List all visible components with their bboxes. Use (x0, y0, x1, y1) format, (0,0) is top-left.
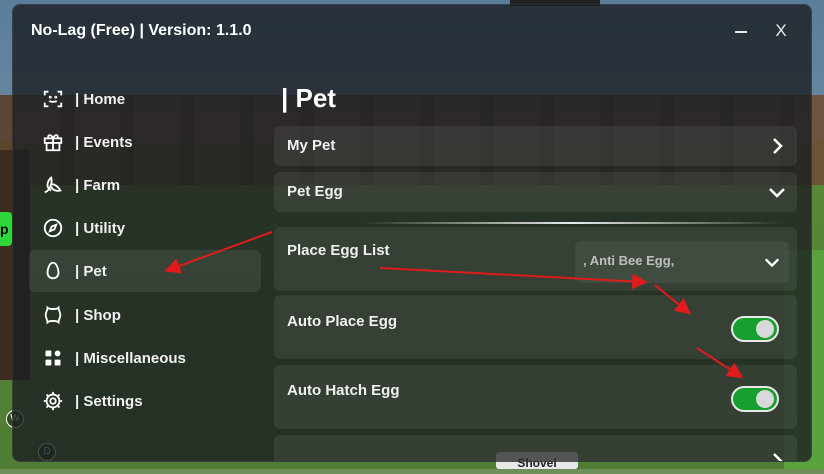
toggle-knob (756, 320, 774, 338)
section-label: My Pet (287, 137, 336, 154)
scan-face-icon (41, 87, 65, 111)
sidebar-item-label: | Shop (75, 306, 121, 324)
sidebar-item-label: | Utility (75, 219, 126, 237)
chevron-down-icon (764, 258, 780, 268)
auto-place-egg-label: Auto Place Egg (287, 313, 398, 330)
title-bar[interactable]: No-Lag (Free) | Version: 1.1.0 X (13, 5, 811, 61)
sidebar-item-home[interactable]: | Home (29, 78, 261, 120)
sidebar-item-events[interactable]: | Events (29, 121, 261, 163)
section-label: Pet Egg (287, 183, 343, 200)
egg-icon (41, 259, 65, 283)
sidebar-item-label: | Home (75, 90, 126, 108)
sprout-icon (41, 173, 65, 197)
no-lag-window: No-Lag (Free) | Version: 1.1.0 X | Home … (12, 4, 812, 462)
sidebar-item-shop[interactable]: | Shop (29, 294, 261, 336)
place-egg-list-dropdown[interactable]: , Anti Bee Egg, (575, 241, 789, 283)
grid-icon (41, 346, 65, 370)
auto-hatch-egg-label: Auto Hatch Egg (287, 382, 400, 399)
minimize-icon (735, 31, 747, 33)
chevron-right-icon (773, 453, 783, 461)
auto-hatch-egg-row: Auto Hatch Egg (274, 365, 797, 429)
sidebar-item-miscellaneous[interactable]: | Miscellaneous (29, 337, 261, 379)
toggle-knob (756, 390, 774, 408)
gift-icon (41, 130, 65, 154)
sidebar-item-farm[interactable]: | Farm (29, 164, 261, 206)
page-title: | Pet (281, 83, 336, 113)
next-section[interactable] (274, 435, 797, 461)
dropdown-value: , Anti Bee Egg, (583, 253, 675, 268)
section-divider (363, 222, 783, 224)
minimize-button[interactable] (729, 19, 753, 43)
sidebar-item-settings[interactable]: | Settings (29, 380, 261, 422)
sidebar-item-pet[interactable]: | Pet (29, 250, 261, 292)
window-title: No-Lag (Free) | Version: 1.1.0 (31, 22, 252, 39)
compass-icon (41, 216, 65, 240)
gear-icon (41, 389, 65, 413)
sidebar-item-label: | Events (75, 133, 133, 151)
chevron-right-icon (773, 138, 783, 154)
sidebar-item-utility[interactable]: | Utility (29, 207, 261, 249)
auto-place-egg-row: Auto Place Egg (274, 295, 797, 359)
pet-egg-section[interactable]: Pet Egg (274, 172, 797, 212)
my-pet-section[interactable]: My Pet (274, 126, 797, 166)
shop-icon (41, 303, 65, 327)
close-button[interactable]: X (769, 19, 793, 43)
chevron-down-icon (769, 188, 785, 198)
sidebar-item-label: | Pet (75, 262, 107, 280)
green-chip: p (0, 212, 12, 246)
sidebar-item-label: | Miscellaneous (75, 349, 186, 367)
auto-place-egg-toggle[interactable] (731, 316, 779, 342)
green-chip-text: p (0, 221, 9, 237)
place-egg-list-label: Place Egg List (287, 242, 390, 259)
sidebar-item-label: | Settings (75, 392, 143, 410)
sidebar-item-label: | Farm (75, 176, 121, 194)
auto-hatch-egg-toggle[interactable] (731, 386, 779, 412)
